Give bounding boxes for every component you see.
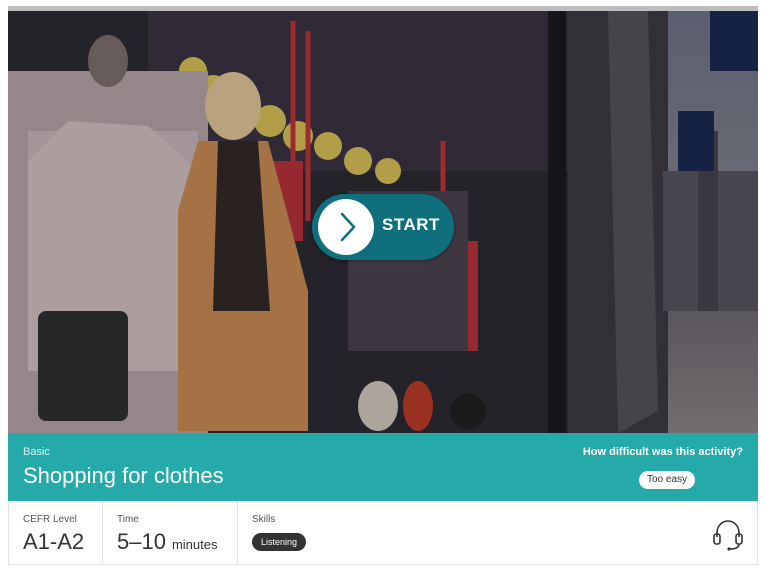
- activity-title: Shopping for clothes: [23, 463, 224, 488]
- skills-label: Skills: [252, 514, 276, 525]
- difficulty-rating-button[interactable]: Too easy: [639, 471, 695, 489]
- start-button[interactable]: START: [312, 194, 454, 260]
- activity-header: Basic Shopping for clothes How difficult…: [8, 433, 758, 501]
- play-circle: [318, 199, 374, 255]
- skills-cell: Skills Listening: [238, 501, 538, 564]
- time-value-wrap: 5–10 minutes: [117, 529, 217, 555]
- activity-card: START Basic Shopping for clothes How dif…: [8, 6, 758, 573]
- cefr-value: A1-A2: [23, 529, 85, 554]
- time-unit: minutes: [171, 537, 218, 552]
- difficulty-question: How difficult was this activity?: [582, 446, 743, 458]
- headset-icon: [713, 520, 743, 551]
- time-value: 5–10: [117, 529, 166, 554]
- cefr-cell: CEFR Level A1-A2: [9, 501, 103, 564]
- hero-image: START: [8, 11, 758, 433]
- cefr-label: CEFR Level: [23, 514, 77, 525]
- skill-badge: Listening: [252, 533, 307, 551]
- time-cell: Time 5–10 minutes: [103, 501, 238, 564]
- time-label: Time: [117, 514, 139, 525]
- level-label: Basic: [23, 446, 50, 458]
- chevron-right-icon: [340, 212, 356, 242]
- start-label: START: [382, 215, 440, 234]
- activity-meta: CEFR Level A1-A2 Time 5–10 minutes Skills…: [8, 501, 758, 565]
